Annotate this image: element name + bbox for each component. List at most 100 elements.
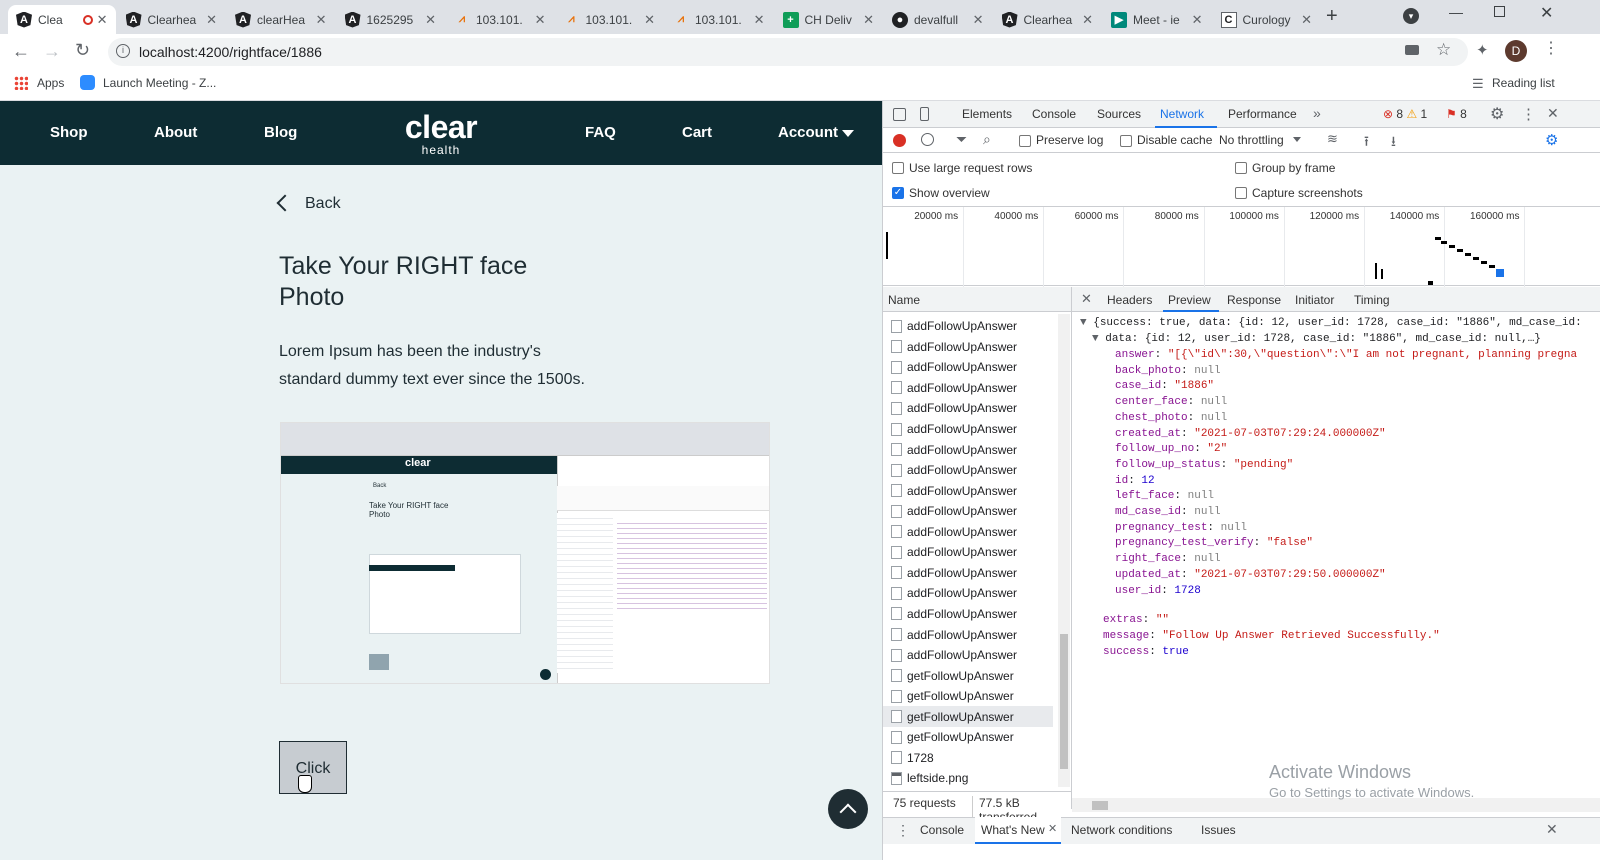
new-tab-button[interactable]: + [1326, 6, 1346, 26]
request-row[interactable]: addFollowUpAnswer [883, 398, 1053, 419]
close-tab-icon[interactable]: ✕ [973, 12, 984, 28]
browser-tab[interactable]: ⩘ 103.101. ✕ [665, 5, 773, 34]
expand-triangle-icon[interactable]: ▼ [1080, 317, 1087, 329]
throttling-select[interactable]: No throttling [1219, 133, 1301, 147]
close-tab-icon[interactable]: ✕ [1301, 12, 1312, 28]
json-root-line[interactable]: ▼ {success: true, data: {id: 12, user_id… [1080, 317, 1582, 329]
large-rows-checkbox[interactable] [892, 160, 904, 174]
browser-tab[interactable]: C Curology ✕ [1213, 5, 1321, 34]
profile-avatar[interactable]: D [1505, 40, 1527, 62]
account-chevron-icon[interactable] [842, 130, 854, 137]
request-row[interactable]: getFollowUpAnswer [883, 665, 1053, 686]
restore-icon[interactable] [1494, 6, 1505, 17]
detail-tab-response[interactable]: Response [1227, 293, 1281, 307]
back-link[interactable]: Back [305, 195, 341, 213]
large-rows-box[interactable] [892, 161, 904, 174]
expand-triangle-icon[interactable]: ▼ [1092, 333, 1099, 345]
more-tabs-icon[interactable]: » [1313, 105, 1321, 121]
reading-list-icon[interactable]: ☰ [1472, 76, 1484, 92]
request-row[interactable]: addFollowUpAnswer [883, 357, 1053, 378]
devtools-tab-console[interactable]: Console [1032, 107, 1076, 121]
drawer-menu-icon[interactable]: ⋮ [896, 822, 910, 839]
whats-new-close-icon[interactable]: ✕ [1048, 822, 1057, 835]
reload-icon[interactable]: ↻ [75, 40, 90, 61]
request-row[interactable]: leftside.png [883, 768, 1053, 789]
request-row[interactable]: getFollowUpAnswer [883, 706, 1053, 727]
disable-cache-box[interactable] [1120, 134, 1132, 147]
close-window-icon[interactable]: ✕ [1540, 3, 1553, 23]
nav-cart[interactable]: Cart [682, 124, 712, 141]
preview-hscrollbar[interactable] [1072, 798, 1600, 812]
devtools-tab-performance[interactable]: Performance [1228, 107, 1297, 121]
show-overview-box[interactable]: ✓ [892, 186, 904, 199]
request-row[interactable]: addFollowUpAnswer [883, 501, 1053, 522]
browser-tab[interactable]: ● devalfull ✕ [884, 5, 992, 34]
request-row[interactable]: addFollowUpAnswer [883, 480, 1053, 501]
json-data-line[interactable]: ▼ data: {id: 12, user_id: 1728, case_id:… [1092, 333, 1541, 345]
devtools-tab-sources[interactable]: Sources [1097, 107, 1141, 121]
nav-blog[interactable]: Blog [264, 124, 297, 141]
name-column-header[interactable]: Name [888, 293, 920, 307]
network-settings-icon[interactable]: ⚙ [1545, 131, 1558, 149]
back-chevron-icon[interactable] [276, 194, 294, 212]
tab-search-icon[interactable]: ▾ [1403, 8, 1419, 24]
bookmark-launch-meeting[interactable]: Launch Meeting - Z... [103, 76, 216, 90]
browser-tab[interactable]: ▶ Meet - ie ✕ [1103, 5, 1211, 34]
request-row[interactable]: addFollowUpAnswer [883, 542, 1053, 563]
preserve-log-box[interactable] [1019, 134, 1031, 147]
close-tab-icon[interactable]: ✕ [535, 12, 546, 28]
menu-kebab-icon[interactable]: ⋮ [1543, 41, 1559, 57]
minimize-icon[interactable]: — [1449, 4, 1463, 20]
forward-arrow-icon[interactable]: → [43, 41, 61, 62]
show-overview-checkbox[interactable]: ✓ [892, 185, 904, 199]
error-count-badge[interactable]: ⊗ 8 ⚠ 1 [1383, 107, 1427, 121]
request-row[interactable]: addFollowUpAnswer [883, 522, 1053, 543]
nav-account[interactable]: Account [778, 124, 838, 141]
import-har-icon[interactable]: ⭱ [1364, 131, 1369, 155]
clear-icon[interactable] [921, 133, 934, 146]
request-row[interactable]: addFollowUpAnswer [883, 563, 1053, 584]
devtools-close-icon[interactable]: ✕ [1547, 105, 1559, 122]
scrollbar-thumb[interactable] [1060, 634, 1068, 769]
disable-cache-checkbox[interactable] [1120, 133, 1132, 147]
extensions-icon[interactable]: ✦ [1476, 41, 1489, 59]
site-logo[interactable]: clear health [396, 109, 486, 157]
detail-tab-preview[interactable]: Preview [1168, 293, 1211, 307]
bookmark-apps[interactable]: Apps [37, 76, 64, 90]
browser-tab[interactable]: AclearHea ✕ [227, 5, 335, 34]
close-tab-icon[interactable]: ✕ [644, 12, 655, 28]
settings-gear-icon[interactable]: ⚙ [1490, 104, 1504, 124]
scroll-to-top-button[interactable] [828, 789, 868, 829]
nav-shop[interactable]: Shop [50, 124, 88, 141]
apps-grid-icon[interactable] [14, 76, 28, 90]
network-overview[interactable]: 20000 ms 40000 ms 60000 ms 80000 ms 100000 m… [883, 206, 1600, 287]
network-conditions-icon[interactable]: ≋ [1327, 131, 1338, 147]
devtools-menu-icon[interactable]: ⋮ [1521, 105, 1536, 123]
click-button[interactable]: Click [279, 741, 347, 794]
browser-tab[interactable]: A Clearhea ✕ [118, 5, 226, 34]
url-text[interactable]: localhost:4200/rightface/1886 [139, 44, 322, 60]
detail-tab-timing[interactable]: Timing [1354, 293, 1390, 307]
browser-tab[interactable]: + CH Deliv ✕ [775, 5, 883, 34]
detail-close-icon[interactable]: ✕ [1081, 291, 1092, 307]
close-tab-icon[interactable]: ✕ [863, 12, 874, 28]
detail-tab-headers[interactable]: Headers [1107, 293, 1152, 307]
request-row[interactable]: addFollowUpAnswer [883, 645, 1053, 666]
capture-screens-box[interactable] [1235, 186, 1247, 199]
nav-about[interactable]: About [154, 124, 197, 141]
close-tab-icon[interactable]: ✕ [754, 12, 765, 28]
browser-tab[interactable]: A Clea ✕ [8, 5, 116, 34]
request-row[interactable]: addFollowUpAnswer [883, 460, 1053, 481]
camera-icon[interactable] [1405, 45, 1419, 55]
reading-list-button[interactable]: Reading list [1492, 76, 1555, 90]
request-list-scrollbar[interactable] [1058, 314, 1070, 787]
nav-faq[interactable]: FAQ [585, 124, 616, 141]
device-toggle-icon[interactable] [920, 107, 929, 121]
drawer-tab-issues[interactable]: Issues [1201, 823, 1236, 837]
browser-tab[interactable]: ⩘ 103.101. ✕ [556, 5, 664, 34]
close-tab-icon[interactable]: ✕ [206, 12, 217, 28]
browser-tab[interactable]: A Clearhea ✕ [994, 5, 1102, 34]
devtools-tab-network[interactable]: Network [1160, 107, 1204, 121]
browser-tab[interactable]: A 1625295 ✕ [337, 5, 445, 34]
preserve-log-checkbox[interactable] [1019, 133, 1031, 147]
